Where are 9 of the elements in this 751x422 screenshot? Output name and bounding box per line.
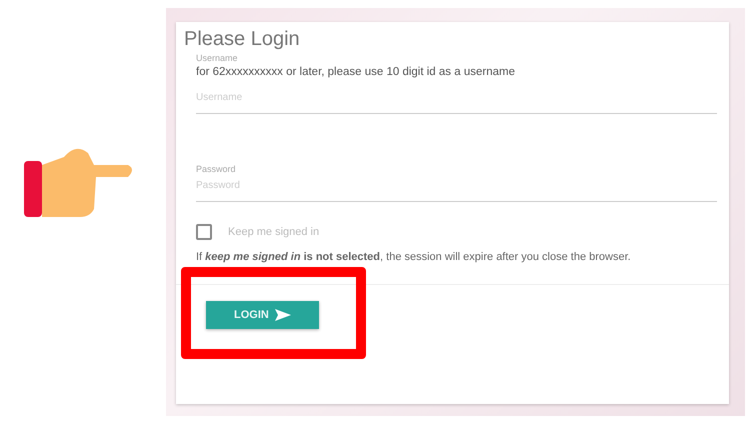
field-label: Password — [196, 164, 237, 174]
checkbox-label: Keep me signed in — [228, 226, 320, 238]
session-note: If keep me signed in is not selected, the session will expire after you close the browser. — [196, 250, 632, 265]
send-icon — [274, 309, 291, 321]
login-button[interactable]: LOGIN — [206, 301, 319, 329]
form-title: Please Login — [184, 28, 301, 51]
field-hint: for 62xxxxxxxxxx or later, please use 10 digit id as a username — [196, 66, 516, 78]
checkbox[interactable] — [196, 224, 212, 240]
field-label: Username — [196, 53, 239, 63]
